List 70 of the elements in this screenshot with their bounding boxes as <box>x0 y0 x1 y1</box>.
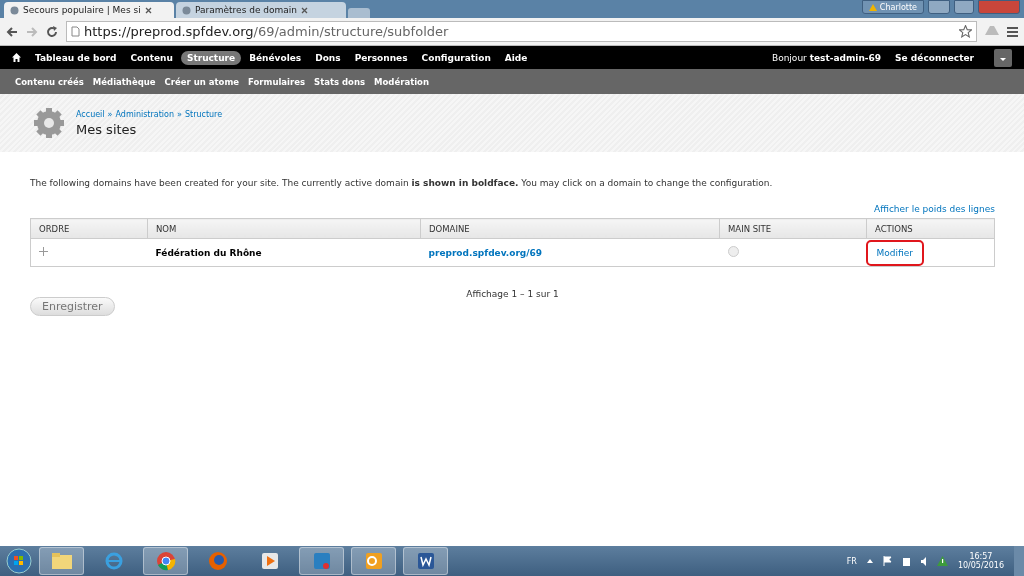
page-icon <box>182 5 191 15</box>
logout-link[interactable]: Se déconnecter <box>889 50 980 65</box>
document-icon[interactable] <box>415 551 436 571</box>
dropdown-toggle-icon[interactable] <box>994 48 1012 67</box>
domain-link[interactable]: preprod.spfdev.org/69 <box>428 247 543 258</box>
breadcrumb-link[interactable]: Accueil <box>76 109 105 119</box>
column-header: DOMAINE <box>420 218 720 239</box>
tab-title: Paramètres de domain <box>195 5 297 15</box>
back-icon[interactable] <box>6 26 18 37</box>
table-cell: Fédération du Rhône <box>147 238 421 267</box>
folder-icon[interactable] <box>50 552 73 570</box>
menu-icon[interactable] <box>1007 26 1018 37</box>
toolbar-link[interactable]: Bénévoles <box>243 50 308 65</box>
close-icon[interactable] <box>301 6 308 14</box>
toolbar-link[interactable]: Configuration <box>415 50 497 65</box>
globe-e-icon[interactable] <box>103 551 124 571</box>
maximize-button[interactable] <box>954 0 974 14</box>
tab-title: Secours populaire | Mes si <box>23 5 141 15</box>
main-site-radio[interactable] <box>727 246 739 257</box>
drag-handle-icon[interactable] <box>39 247 48 256</box>
separator: » <box>177 109 182 119</box>
browser-tab[interactable]: Secours populaire | Mes si <box>4 2 174 18</box>
start-button[interactable] <box>6 548 32 574</box>
shortcut-link[interactable]: Formulaires <box>248 76 305 87</box>
separator: » <box>107 109 113 119</box>
speaker-icon[interactable] <box>920 556 927 566</box>
caret-icon[interactable] <box>866 559 873 563</box>
breadcrumb-link[interactable]: Administration <box>115 109 175 119</box>
column-header: ORDRE <box>30 218 148 239</box>
profile-button[interactable]: Charlotte <box>861 0 924 14</box>
star-icon[interactable] <box>959 25 972 38</box>
page-icon <box>10 5 19 15</box>
column-header: NOM <box>147 218 421 239</box>
warning-icon[interactable] <box>936 556 948 566</box>
greeting-text: Bonjour test-admin-69 <box>772 52 882 63</box>
toolbar-link[interactable]: Personnes <box>348 50 414 65</box>
minimize-button[interactable] <box>928 0 950 14</box>
warning-icon <box>868 3 877 11</box>
reload-icon[interactable] <box>46 25 58 38</box>
address-field[interactable]: https://preprod.spfdev.org/69/admin/structure/subfolder <box>66 21 977 42</box>
show-weights-link[interactable]: Afficher le poids des lignes <box>874 204 995 214</box>
shortcut-link[interactable]: Créer un atome <box>164 76 240 87</box>
toolbar-link[interactable]: Tableau de bord <box>29 50 123 65</box>
save-button[interactable]: Enregistrer <box>30 297 115 316</box>
page-title: Mes sites <box>76 121 138 137</box>
page-icon <box>71 26 80 37</box>
clock-date: 10/05/2016 <box>957 561 1004 570</box>
clock-time: 16:57 <box>969 552 993 561</box>
intro-text: The following domains have been created for your site. The currently active domain is shown in boldface. You may click on a domain to change the configuration. <box>30 178 774 188</box>
toolbar-link[interactable]: Dons <box>309 50 347 65</box>
pager-text: Affichage 1 – 1 sur 1 <box>466 289 559 299</box>
flag-icon[interactable] <box>882 556 892 566</box>
gear-icon <box>32 106 66 140</box>
language-indicator[interactable]: FR <box>846 556 857 566</box>
play-icon[interactable] <box>259 551 280 571</box>
toolbar-link[interactable]: Aide <box>498 50 534 65</box>
breadcrumb-link[interactable]: Structure <box>184 109 223 119</box>
toolbar-link[interactable]: Contenu <box>124 50 179 65</box>
shortcut-link[interactable]: Contenu créés <box>15 76 84 87</box>
edit-link[interactable]: Modifier <box>865 239 924 266</box>
close-icon[interactable] <box>144 6 152 14</box>
column-header: ACTIONS <box>866 218 995 239</box>
shortcut-link[interactable]: Modération <box>374 76 429 87</box>
home-icon[interactable] <box>12 53 21 62</box>
column-header: MAIN SITE <box>719 218 867 239</box>
shortcut-link[interactable]: Médiathèque <box>92 76 156 87</box>
shortcut-link[interactable]: Stats dons <box>314 76 366 87</box>
toolbar-link[interactable]: Structure <box>180 50 242 65</box>
browser-tab[interactable]: Paramètres de domain <box>176 2 346 18</box>
browser-icon[interactable] <box>155 551 176 571</box>
